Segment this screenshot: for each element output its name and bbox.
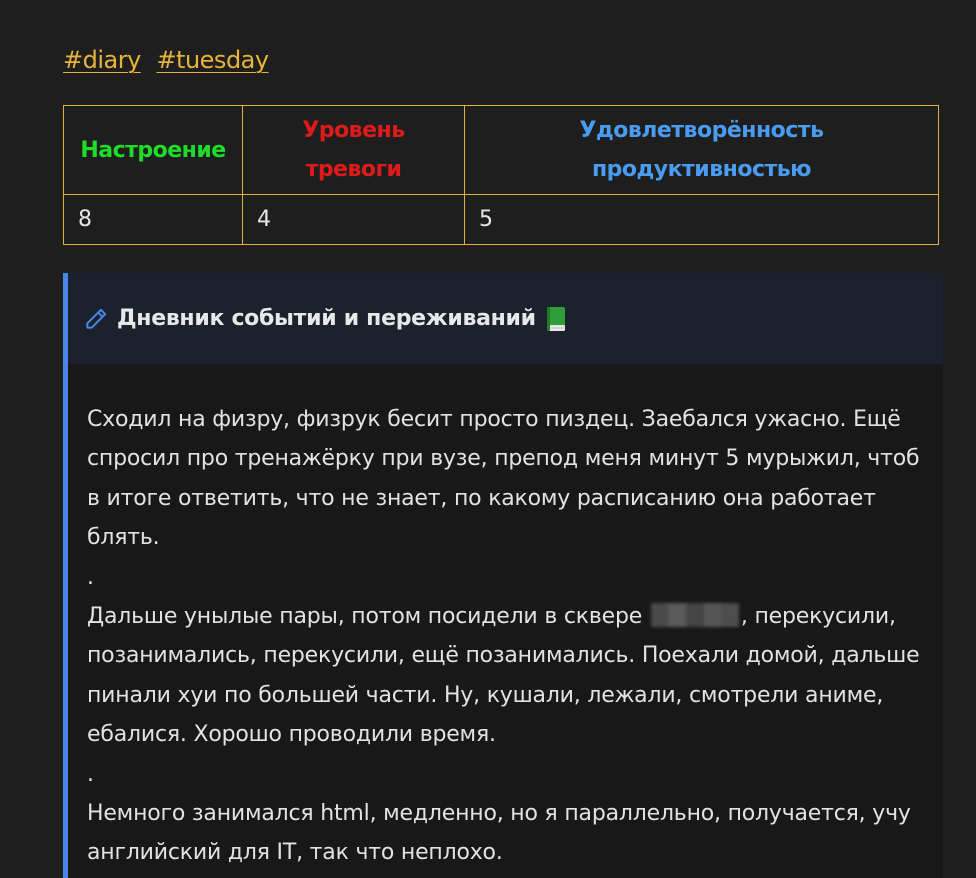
tag-list: #diary #tuesday xyxy=(63,44,269,76)
separator-dot: . xyxy=(87,761,94,787)
pencil-icon xyxy=(86,308,107,329)
callout-body: Сходил на физру, физрук бесит просто пиз… xyxy=(68,364,943,873)
separator-dot: . xyxy=(87,564,94,590)
callout-title: Дневник событий и переживаний xyxy=(117,306,536,331)
tag-tuesday[interactable]: #tuesday xyxy=(156,46,269,74)
diary-callout: Дневник событий и переживаний Сходил на … xyxy=(63,273,943,878)
header-productivity: Удовлетворённость продуктивностью xyxy=(464,105,939,195)
diary-paragraph-1: Сходил на физру, физрук бесит просто пиз… xyxy=(87,407,920,551)
note-page: #diary #tuesday Настроение Уровень трево… xyxy=(0,0,976,878)
header-mood: Настроение xyxy=(63,105,243,195)
cell-mood-value[interactable]: 8 xyxy=(63,194,243,245)
cell-productivity-value[interactable]: 5 xyxy=(464,194,939,245)
cell-anxiety-value[interactable]: 4 xyxy=(242,194,465,245)
tag-diary[interactable]: #diary xyxy=(63,46,141,74)
table-row: 8 4 5 xyxy=(63,194,939,245)
green-book-icon xyxy=(546,306,565,331)
paragraph-2-text-before: Дальше унылые пары, потом посидели в скв… xyxy=(87,604,643,630)
diary-paragraph-2: Дальше унылые пары, потом посидели в скв… xyxy=(87,597,933,755)
metrics-table: Настроение Уровень тревоги Удовлетворённ… xyxy=(63,105,939,245)
callout-header[interactable]: Дневник событий и переживаний xyxy=(68,273,943,364)
header-anxiety: Уровень тревоги xyxy=(242,105,465,195)
table-header-row: Настроение Уровень тревоги Удовлетворённ… xyxy=(63,105,939,195)
diary-paragraph-3: Немного занимался html, медленно, но я п… xyxy=(87,801,911,866)
redacted-text xyxy=(650,603,739,628)
